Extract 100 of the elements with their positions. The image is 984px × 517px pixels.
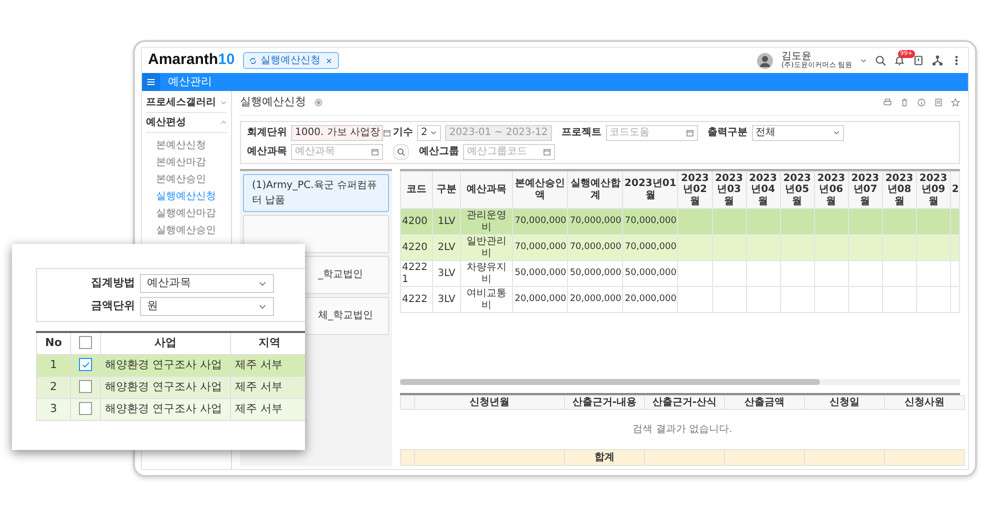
star-icon[interactable]: [951, 98, 960, 107]
column-header: 신청사원: [884, 395, 964, 410]
column-header: 구분: [432, 171, 461, 208]
close-icon[interactable]: [324, 56, 333, 64]
table-row[interactable]: 2 해양환경 연구조사 사업 제주 서부: [36, 376, 305, 398]
table-cell: [780, 286, 814, 312]
table-row[interactable]: 3 해양환경 연구조사 사업 제주 서부: [36, 398, 305, 420]
select-field[interactable]: 전체: [752, 124, 844, 140]
table-cell: 3LV: [432, 286, 461, 312]
book-icon[interactable]: [913, 55, 924, 66]
column-header: 2023년05월: [780, 171, 814, 208]
table-cell: 20,000,000: [622, 286, 678, 312]
column-header: 산출금액: [724, 395, 804, 410]
sidebar-item[interactable]: 실행예산승인: [146, 222, 227, 239]
search-button[interactable]: [393, 144, 409, 160]
field-label: 금액단위: [90, 298, 135, 314]
checkbox[interactable]: [79, 358, 92, 372]
menu-button[interactable]: [142, 73, 160, 91]
column-header: 2023년09월: [916, 171, 950, 208]
field-label: 프로젝트: [562, 126, 602, 140]
info-dot-icon[interactable]: [314, 98, 323, 107]
column-header: 본예산승인액: [512, 171, 568, 208]
tab-label[interactable]: 실행예산신청: [260, 53, 321, 68]
search-icon[interactable]: [875, 55, 886, 66]
checkbox[interactable]: [79, 380, 92, 394]
table-cell: [916, 286, 950, 312]
page-title: 실행예산신청: [240, 94, 306, 110]
calendar-icon[interactable]: [543, 148, 551, 156]
column-header: No: [36, 332, 70, 354]
checkbox[interactable]: [79, 402, 92, 416]
table-cell: [882, 286, 916, 312]
table-cell: 해양환경 연구조사 사업: [100, 354, 230, 376]
select-field[interactable]: 예산과목: [140, 274, 274, 293]
table-cell: [712, 286, 746, 312]
sidebar-item[interactable]: 본예산마감: [146, 154, 227, 171]
table-cell: 여비교통비: [460, 286, 513, 312]
search-icon: [397, 148, 405, 156]
column-header: 2023년02월: [678, 171, 712, 208]
column-header: 산출근거-산식: [644, 395, 724, 410]
calendar-icon[interactable]: [371, 148, 379, 156]
project-card[interactable]: (1)Army_PC.육군 슈퍼컴퓨터 납품: [243, 174, 389, 212]
column-header: 지역: [230, 332, 305, 354]
menu-icon[interactable]: [146, 77, 156, 87]
field-label: 예산과목: [247, 145, 287, 159]
field-label: 출력구분: [708, 126, 748, 140]
document-icon[interactable]: [934, 98, 943, 107]
open-tab[interactable]: 실행예산신청: [242, 52, 339, 69]
column-header: 예산과목: [460, 171, 513, 208]
column-header: 2023년04월: [746, 171, 780, 208]
range-field: 2023-01 ~ 2023-12: [445, 124, 552, 140]
chevron-down-icon: [220, 99, 227, 106]
column-header: 코드: [400, 171, 433, 208]
table-cell: 해양환경 연구조사 사업: [100, 398, 230, 420]
table-cell: 1: [36, 354, 70, 376]
column-header: 2023년07월: [848, 171, 882, 208]
sidebar-group[interactable]: 예산편성: [146, 113, 227, 133]
total-label: 합계: [564, 450, 644, 466]
sidebar-item[interactable]: 본예산승인: [146, 171, 227, 188]
checkbox[interactable]: [79, 336, 92, 350]
sync-icon: [248, 56, 257, 64]
sidebar-item[interactable]: 실행예산마감: [146, 205, 227, 222]
column-header: 산출근거-내용: [564, 395, 644, 410]
table-row[interactable]: 1 해양환경 연구조사 사업 제주 서부: [36, 354, 305, 376]
column-header: 신청년월: [414, 395, 564, 410]
table-cell: [814, 286, 848, 312]
empty-message: 검색 결과가 없습니다.: [400, 410, 964, 450]
column-header: 사업: [100, 332, 230, 354]
sidebar-item[interactable]: 본예산신청: [146, 137, 227, 154]
select-field[interactable]: 2: [417, 124, 442, 140]
column-header: 2023년08월: [882, 171, 916, 208]
field-label: 집계방법: [90, 275, 135, 292]
table-cell: 3: [36, 398, 70, 420]
table-cell: [950, 286, 960, 312]
chevron-down-icon[interactable]: [860, 57, 867, 64]
select-field[interactable]: 원: [140, 297, 274, 316]
column-header: 2023년03월: [712, 171, 746, 208]
table-cell: 20,000,000: [512, 286, 568, 312]
sidebar-group[interactable]: 프로세스갤러리: [146, 93, 227, 113]
avatar-icon: [757, 52, 774, 68]
table-cell: 2: [36, 376, 70, 398]
table-cell: [848, 286, 882, 312]
chevron-up-icon: [220, 119, 227, 126]
org-chart-icon[interactable]: [932, 55, 943, 66]
scrollbar[interactable]: [400, 378, 960, 384]
table-cell: 해양환경 연구조사 사업: [100, 376, 230, 398]
column-header: 2023년01월: [622, 171, 678, 208]
table-cell: [678, 286, 712, 312]
calendar-icon[interactable]: [686, 128, 694, 136]
field-label: 예산그룹: [419, 145, 459, 159]
print-icon[interactable]: [883, 98, 892, 107]
info-icon[interactable]: [917, 98, 926, 107]
calendar-icon[interactable]: [383, 128, 391, 136]
table-cell: [746, 286, 780, 312]
bell-icon[interactable]: [894, 55, 905, 66]
chevron-down-icon: [430, 129, 438, 136]
check-icon: [80, 360, 90, 370]
menu-title: 예산관리: [168, 74, 212, 90]
table-cell: 20,000,000: [568, 286, 623, 312]
field-label: 회계단위: [247, 126, 287, 140]
trash-icon[interactable]: [900, 98, 909, 107]
